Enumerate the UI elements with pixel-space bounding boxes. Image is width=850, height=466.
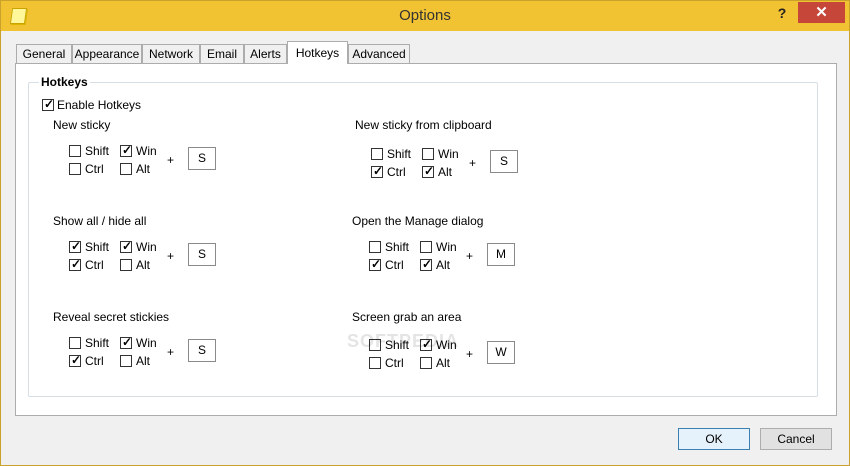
win-label: Win bbox=[136, 144, 157, 158]
hotkeys-panel: Hotkeys ✓ Enable Hotkeys New sticky Shift… bbox=[15, 63, 837, 416]
shift-label: Shift bbox=[85, 336, 110, 350]
alt-checkbox[interactable] bbox=[120, 259, 132, 271]
ctrl-label: Ctrl bbox=[85, 354, 104, 368]
ctrl-checkbox[interactable]: ✓ bbox=[371, 164, 384, 178]
help-button[interactable]: ? bbox=[773, 5, 791, 23]
check-mark-icon: ✓ bbox=[422, 257, 433, 271]
shift-checkbox[interactable] bbox=[371, 148, 383, 160]
check-mark-icon: ✓ bbox=[71, 239, 82, 253]
key-input[interactable]: S bbox=[188, 147, 216, 170]
alt-label: Alt bbox=[436, 356, 451, 370]
plus-sign: + bbox=[466, 347, 474, 361]
ctrl-label: Ctrl bbox=[85, 258, 104, 272]
ctrl-checkbox[interactable] bbox=[69, 163, 81, 175]
group-title: Hotkeys bbox=[39, 75, 90, 89]
check-mark-icon: ✓ bbox=[424, 164, 435, 178]
alt-label: Alt bbox=[136, 162, 151, 176]
alt-checkbox[interactable] bbox=[420, 357, 432, 369]
cancel-button[interactable]: Cancel bbox=[760, 428, 832, 450]
options-window: Options ? ✕ General Appearance Network E… bbox=[0, 0, 850, 466]
alt-checkbox[interactable] bbox=[120, 355, 132, 367]
key-input[interactable]: S bbox=[188, 339, 216, 362]
win-label: Win bbox=[136, 336, 157, 350]
key-input[interactable]: W bbox=[487, 341, 515, 364]
check-mark-icon: ✓ bbox=[371, 257, 382, 271]
alt-label: Alt bbox=[136, 354, 151, 368]
shift-label: Shift bbox=[85, 240, 110, 254]
alt-label: Alt bbox=[438, 165, 453, 179]
tab-network[interactable]: Network bbox=[142, 44, 200, 63]
shift-checkbox[interactable] bbox=[69, 337, 81, 349]
check-mark-icon: ✓ bbox=[122, 239, 133, 253]
win-checkbox[interactable]: ✓ bbox=[120, 143, 133, 157]
ctrl-checkbox[interactable]: ✓ bbox=[69, 353, 82, 367]
enable-hotkeys-checkbox[interactable]: ✓ bbox=[42, 97, 55, 111]
title-bar[interactable]: Options ? ✕ bbox=[1, 1, 849, 31]
plus-sign: + bbox=[167, 153, 175, 167]
tab-appearance[interactable]: Appearance bbox=[72, 44, 142, 63]
alt-checkbox[interactable]: ✓ bbox=[422, 164, 435, 178]
tab-hotkeys[interactable]: Hotkeys bbox=[287, 41, 348, 64]
plus-sign: + bbox=[466, 249, 474, 263]
enable-hotkeys-label: Enable Hotkeys bbox=[57, 98, 142, 112]
plus-sign: + bbox=[167, 249, 175, 263]
check-mark-icon: ✓ bbox=[71, 353, 82, 367]
ctrl-label: Ctrl bbox=[385, 258, 404, 272]
shift-checkbox[interactable] bbox=[69, 145, 81, 157]
alt-checkbox[interactable]: ✓ bbox=[420, 257, 433, 271]
check-mark-icon: ✓ bbox=[71, 257, 82, 271]
check-mark-icon: ✓ bbox=[44, 97, 55, 111]
plus-sign: + bbox=[469, 156, 477, 170]
win-label: Win bbox=[136, 240, 157, 254]
check-mark-icon: ✓ bbox=[373, 164, 384, 178]
plus-sign: + bbox=[167, 345, 175, 359]
win-label: Win bbox=[438, 147, 459, 161]
alt-checkbox[interactable] bbox=[120, 163, 132, 175]
tab-general[interactable]: General bbox=[16, 44, 72, 63]
hotkey-title: Reveal secret stickies bbox=[53, 310, 170, 324]
ctrl-label: Ctrl bbox=[85, 162, 104, 176]
tab-email[interactable]: Email bbox=[200, 44, 244, 63]
hotkey-title: Show all / hide all bbox=[53, 214, 147, 228]
check-mark-icon: ✓ bbox=[122, 143, 133, 157]
shift-checkbox[interactable]: ✓ bbox=[69, 239, 82, 253]
ctrl-checkbox[interactable] bbox=[369, 357, 381, 369]
close-icon: ✕ bbox=[815, 4, 828, 21]
key-input[interactable]: S bbox=[188, 243, 216, 266]
key-input[interactable]: S bbox=[490, 150, 518, 173]
hotkey-title: New sticky bbox=[53, 118, 111, 132]
win-checkbox[interactable] bbox=[420, 241, 432, 253]
shift-label: Shift bbox=[385, 240, 410, 254]
win-checkbox[interactable] bbox=[422, 148, 434, 160]
tab-alerts[interactable]: Alerts bbox=[244, 44, 287, 63]
alt-label: Alt bbox=[436, 258, 451, 272]
shift-checkbox[interactable] bbox=[369, 241, 381, 253]
shift-label: Shift bbox=[387, 147, 412, 161]
ctrl-label: Ctrl bbox=[387, 165, 406, 179]
hotkey-title: Screen grab an area bbox=[352, 310, 462, 324]
close-button[interactable]: ✕ bbox=[798, 2, 845, 23]
shift-label: Shift bbox=[85, 144, 110, 158]
win-label: Win bbox=[436, 240, 457, 254]
tab-advanced[interactable]: Advanced bbox=[348, 44, 410, 63]
win-checkbox[interactable]: ✓ bbox=[120, 239, 133, 253]
ctrl-checkbox[interactable]: ✓ bbox=[69, 257, 82, 271]
hotkey-title: New sticky from clipboard bbox=[355, 118, 492, 132]
ok-button[interactable]: OK bbox=[678, 428, 750, 450]
alt-label: Alt bbox=[136, 258, 151, 272]
key-input[interactable]: M bbox=[487, 243, 515, 266]
hotkey-title: Open the Manage dialog bbox=[352, 214, 484, 228]
ctrl-label: Ctrl bbox=[385, 356, 404, 370]
ctrl-checkbox[interactable]: ✓ bbox=[369, 257, 382, 271]
softpedia-watermark: SOFTPEDIA bbox=[347, 331, 460, 351]
window-title: Options bbox=[399, 7, 451, 24]
check-mark-icon: ✓ bbox=[122, 335, 133, 349]
win-checkbox[interactable]: ✓ bbox=[120, 335, 133, 349]
